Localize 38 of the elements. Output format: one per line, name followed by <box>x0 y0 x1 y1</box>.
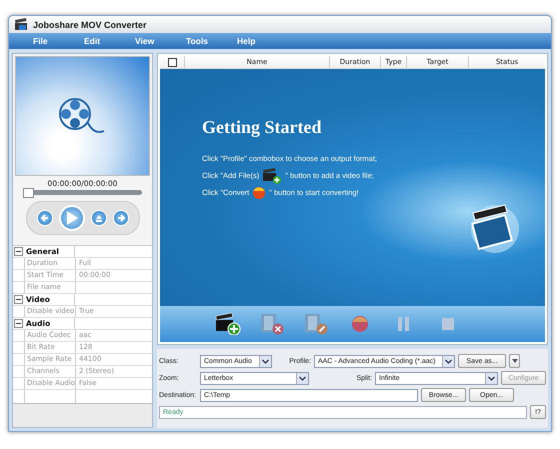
eject-icon <box>94 213 104 223</box>
chevron-down-icon <box>488 376 495 380</box>
save-options-button[interactable] <box>509 354 520 368</box>
caret-icon <box>512 359 518 363</box>
convert-icon <box>252 186 266 200</box>
film-reel-icon <box>58 97 108 135</box>
play-icon <box>64 210 78 226</box>
film-remove-icon <box>259 313 285 335</box>
add-file-button[interactable] <box>214 311 242 337</box>
chevron-down-icon <box>445 358 452 364</box>
arrow-left-icon <box>40 213 50 223</box>
getting-started-title: Getting Started <box>202 117 322 138</box>
previous-button[interactable] <box>36 210 52 226</box>
arrow-right-icon <box>116 213 126 223</box>
collapse-toggle[interactable] <box>13 294 24 305</box>
menu-item[interactable]: File <box>33 36 84 46</box>
stop-icon <box>441 317 455 331</box>
next-button[interactable] <box>112 210 128 226</box>
eject-button[interactable] <box>90 210 106 226</box>
seek-slider[interactable] <box>23 190 142 195</box>
collapse-toggle[interactable] <box>13 246 24 257</box>
window-title: Joboshare MOV Converter <box>33 20 147 30</box>
menu-item[interactable]: Tools <box>186 36 237 46</box>
clapperboard-icon <box>14 18 28 31</box>
menu-item[interactable]: View <box>135 36 186 46</box>
remove-file-button[interactable] <box>258 311 286 337</box>
add-file-icon <box>215 313 241 335</box>
record-icon <box>351 315 369 333</box>
film-clear-icon <box>303 313 329 335</box>
chevron-down-icon <box>299 376 306 380</box>
play-button[interactable] <box>58 205 84 231</box>
collapse-toggle[interactable] <box>13 318 24 329</box>
chevron-down-icon <box>262 358 269 364</box>
menu-item[interactable]: Edit <box>84 36 135 46</box>
add-file-icon <box>262 168 282 184</box>
clear-list-button[interactable] <box>302 311 330 337</box>
pause-icon <box>397 316 411 332</box>
menu-item[interactable]: Help <box>237 36 288 46</box>
